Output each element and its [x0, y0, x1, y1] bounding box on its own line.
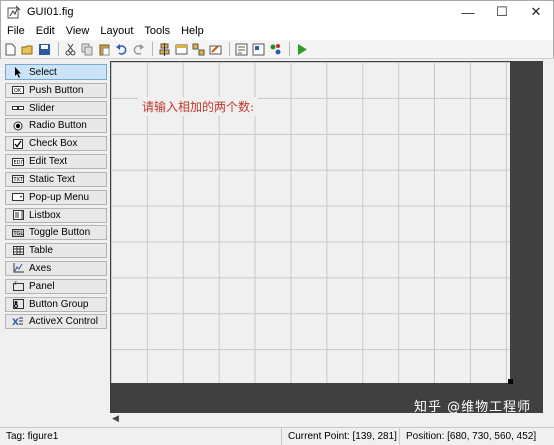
- palette-panel[interactable]: T Panel: [5, 278, 107, 294]
- maximize-button[interactable]: ☐: [485, 1, 519, 23]
- svg-text:EDIT: EDIT: [14, 160, 25, 166]
- palette-check-box[interactable]: Check Box: [5, 136, 107, 152]
- palette-activex-control[interactable]: X ActiveX Control: [5, 314, 107, 330]
- svg-text:TXT: TXT: [13, 177, 24, 183]
- static-text-icon: TXT: [12, 174, 24, 184]
- paste-icon[interactable]: [97, 42, 112, 57]
- toggle-button-icon: TGL: [12, 228, 24, 238]
- palette-toggle-button[interactable]: TGL Toggle Button: [5, 225, 107, 241]
- component-palette: Select OK Push Button Slider Radio Butto…: [5, 64, 107, 332]
- layout-canvas-grid[interactable]: 请输入相加的两个数:: [111, 62, 513, 384]
- svg-text:TGL: TGL: [13, 231, 24, 237]
- property-inspector-icon[interactable]: [251, 42, 266, 57]
- toolbar: [0, 40, 554, 59]
- listbox-icon: [12, 210, 24, 220]
- palette-select[interactable]: Select: [5, 64, 107, 80]
- toolbar-editor-icon[interactable]: [208, 42, 223, 57]
- matlab-figure-icon: [7, 5, 21, 18]
- scroll-left-icon[interactable]: ◀: [112, 413, 119, 424]
- palette-label: Button Group: [29, 298, 89, 310]
- horizontal-scrollbar[interactable]: ◀: [110, 413, 543, 425]
- palette-label: Pop-up Menu: [29, 191, 90, 203]
- push-button-icon: OK: [12, 85, 24, 95]
- object-browser-icon[interactable]: [268, 42, 283, 57]
- status-tag: Tag: figure1: [0, 427, 282, 445]
- palette-label: Slider: [29, 102, 55, 114]
- copy-icon[interactable]: [80, 42, 95, 57]
- static-text-prompt[interactable]: 请输入相加的两个数:: [138, 97, 259, 116]
- resize-handle[interactable]: [508, 379, 513, 384]
- checkbox-icon: [12, 138, 24, 149]
- activex-icon: X: [12, 317, 24, 327]
- palette-popup-menu[interactable]: Pop-up Menu: [5, 189, 107, 205]
- window-title: GUI01.fig: [27, 5, 74, 18]
- layout-area: 请输入相加的两个数:: [110, 61, 543, 413]
- title-bar: GUI01.fig — ☐ ✕: [0, 0, 554, 22]
- palette-table[interactable]: Table: [5, 243, 107, 259]
- button-group-icon: [12, 299, 24, 310]
- palette-label: Select: [29, 66, 57, 78]
- menu-editor-icon[interactable]: [174, 42, 189, 57]
- new-icon[interactable]: [3, 42, 18, 57]
- cursor-icon: [12, 66, 24, 78]
- palette-label: Panel: [29, 280, 55, 292]
- palette-label: Table: [29, 245, 53, 257]
- menu-help[interactable]: Help: [181, 25, 204, 37]
- menu-edit[interactable]: Edit: [36, 25, 55, 37]
- palette-label: Static Text: [29, 173, 75, 185]
- run-icon[interactable]: [294, 42, 309, 57]
- palette-label: Toggle Button: [29, 227, 91, 239]
- minimize-button[interactable]: —: [451, 1, 485, 23]
- palette-radio-button[interactable]: Radio Button: [5, 118, 107, 134]
- palette-label: Push Button: [29, 84, 84, 96]
- palette-label: ActiveX Control: [29, 316, 98, 328]
- save-icon[interactable]: [37, 42, 52, 57]
- palette-listbox[interactable]: Listbox: [5, 207, 107, 223]
- palette-edit-text[interactable]: EDIT Edit Text: [5, 154, 107, 170]
- menu-tools[interactable]: Tools: [144, 25, 170, 37]
- palette-label: Axes: [29, 262, 52, 274]
- svg-text:OK: OK: [14, 88, 22, 94]
- svg-text:T: T: [13, 281, 17, 286]
- menu-file[interactable]: File: [7, 25, 25, 37]
- palette-static-text[interactable]: TXT Static Text: [5, 171, 107, 187]
- close-button[interactable]: ✕: [519, 1, 553, 23]
- open-icon[interactable]: [20, 42, 35, 57]
- menu-bar: File Edit View Layout Tools Help: [0, 22, 554, 40]
- palette-label: Listbox: [29, 209, 61, 221]
- axes-icon: [12, 263, 24, 273]
- menu-view[interactable]: View: [66, 25, 90, 37]
- status-position: Position: [680, 730, 560, 452]: [406, 431, 537, 442]
- panel-icon: T: [12, 281, 24, 292]
- edit-text-icon: EDIT: [12, 157, 24, 167]
- align-icon[interactable]: [157, 42, 172, 57]
- undo-icon[interactable]: [114, 42, 129, 57]
- mfile-editor-icon[interactable]: [234, 42, 249, 57]
- palette-push-button[interactable]: OK Push Button: [5, 82, 107, 98]
- cut-icon[interactable]: [63, 42, 78, 57]
- menu-layout[interactable]: Layout: [100, 25, 133, 37]
- palette-button-group[interactable]: Button Group: [5, 296, 107, 312]
- status-bar: Tag: figure1 Current Point: [139, 281] P…: [0, 427, 554, 445]
- tab-order-icon[interactable]: [191, 42, 206, 57]
- radio-button-icon: [12, 121, 24, 131]
- palette-slider[interactable]: Slider: [5, 100, 107, 116]
- slider-icon: [12, 103, 24, 113]
- table-icon: [12, 246, 24, 256]
- palette-label: Radio Button: [29, 120, 87, 132]
- palette-axes[interactable]: Axes: [5, 260, 107, 276]
- popup-menu-icon: [12, 192, 24, 202]
- svg-text:X: X: [12, 318, 19, 326]
- redo-icon[interactable]: [131, 42, 146, 57]
- palette-label: Check Box: [29, 138, 78, 150]
- status-current-point: Current Point: [139, 281]: [282, 427, 400, 445]
- palette-label: Edit Text: [29, 156, 68, 168]
